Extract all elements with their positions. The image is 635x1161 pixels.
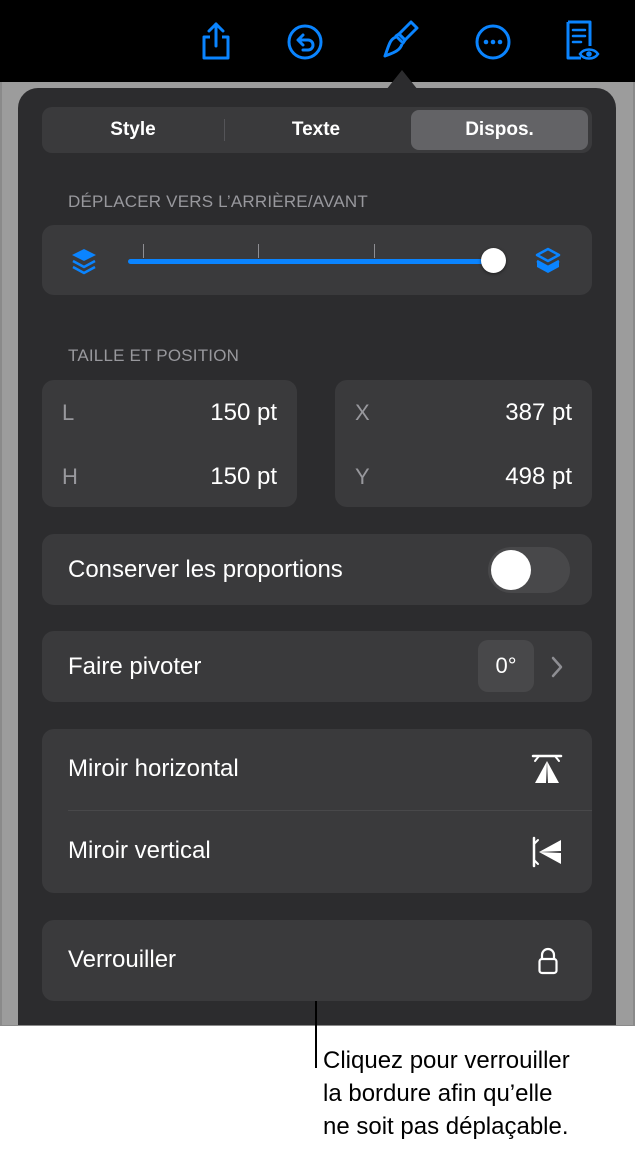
arrange-slider-track[interactable] bbox=[128, 259, 492, 264]
x-field[interactable]: 387 pt bbox=[505, 399, 572, 427]
callout-text: Cliquez pour verrouiller la bordure afin… bbox=[323, 1044, 633, 1143]
undo-icon[interactable] bbox=[285, 18, 325, 62]
layers-front-icon[interactable] bbox=[534, 246, 562, 276]
lock-icon bbox=[537, 946, 559, 976]
constrain-label: Conserver les proportions bbox=[68, 556, 343, 583]
slider-tick bbox=[258, 244, 259, 258]
callout-line bbox=[315, 1001, 317, 1068]
more-icon[interactable] bbox=[473, 18, 513, 62]
top-toolbar bbox=[0, 0, 635, 82]
callout-line-2: la bordure afin qu’elle bbox=[323, 1080, 553, 1107]
width-field[interactable]: 150 pt bbox=[210, 399, 277, 427]
share-icon[interactable] bbox=[196, 18, 236, 62]
rotate-label: Faire pivoter bbox=[68, 653, 202, 680]
popover-arrow bbox=[386, 70, 418, 90]
width-label: L bbox=[62, 400, 75, 425]
rotate-value[interactable]: 0° bbox=[478, 640, 534, 692]
format-tabs: Style Texte Dispos. bbox=[42, 107, 592, 153]
flip-vertical-row[interactable]: Miroir vertical bbox=[42, 811, 592, 893]
height-label: H bbox=[62, 464, 78, 489]
flip-vertical-icon bbox=[530, 835, 564, 869]
flip-horizontal-label: Miroir horizontal bbox=[68, 755, 239, 782]
flip-horizontal-row[interactable]: Miroir horizontal bbox=[42, 729, 592, 810]
constrain-toggle[interactable] bbox=[488, 547, 570, 593]
flip-vertical-label: Miroir vertical bbox=[68, 837, 211, 864]
arrange-slider-card bbox=[42, 225, 592, 295]
arrange-header: DÉPLACER VERS L’ARRIÈRE/AVANT bbox=[68, 192, 368, 211]
format-brush-icon[interactable] bbox=[381, 18, 421, 62]
position-card: X 387 pt Y 498 pt bbox=[335, 380, 592, 507]
tab-divider bbox=[224, 119, 225, 141]
tab-style[interactable]: Style bbox=[45, 110, 221, 150]
tab-texte[interactable]: Texte bbox=[227, 110, 405, 150]
x-label: X bbox=[355, 400, 370, 425]
rotate-row[interactable]: Faire pivoter 0° bbox=[42, 631, 592, 702]
height-field[interactable]: 150 pt bbox=[210, 463, 277, 491]
reader-view-icon[interactable] bbox=[561, 18, 601, 62]
toggle-knob bbox=[491, 550, 531, 590]
callout-line-1: Cliquez pour verrouiller bbox=[323, 1047, 570, 1074]
format-popover: Style Texte Dispos. DÉPLACER VERS L’ARRI… bbox=[18, 88, 616, 1025]
size-card: L 150 pt H 150 pt bbox=[42, 380, 297, 507]
tab-dispos[interactable]: Dispos. bbox=[411, 110, 588, 150]
flip-horizontal-icon bbox=[530, 753, 564, 787]
lock-row[interactable]: Verrouiller bbox=[42, 920, 592, 1001]
lock-label: Verrouiller bbox=[68, 946, 177, 973]
arrange-slider-thumb[interactable] bbox=[481, 248, 506, 273]
slider-tick bbox=[143, 244, 144, 258]
flip-card: Miroir horizontal Miroir vertical bbox=[42, 729, 592, 893]
size-position-header: TAILLE ET POSITION bbox=[68, 346, 240, 365]
chevron-right-icon bbox=[550, 655, 564, 679]
callout-line-3: ne soit pas déplaçable. bbox=[323, 1113, 569, 1140]
y-label: Y bbox=[355, 464, 370, 489]
y-field[interactable]: 498 pt bbox=[505, 463, 572, 491]
constrain-row: Conserver les proportions bbox=[42, 534, 592, 605]
layers-back-icon[interactable] bbox=[70, 246, 98, 276]
slider-tick bbox=[374, 244, 375, 258]
